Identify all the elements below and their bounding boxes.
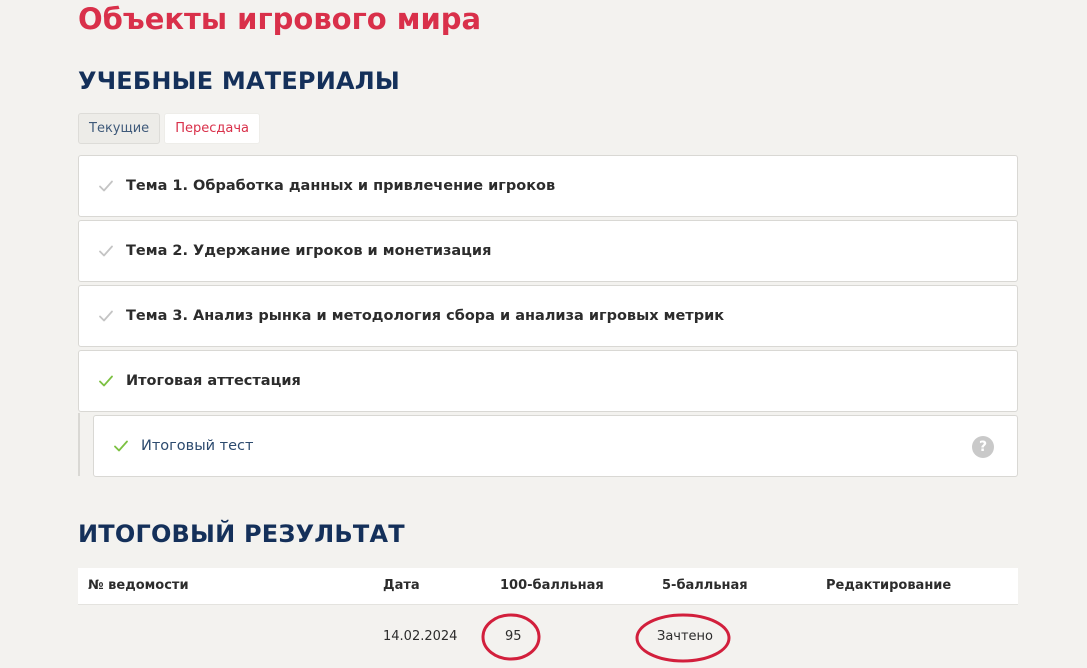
page: Объекты игрового мира УЧЕБНЫЕ МАТЕРИАЛЫ … xyxy=(0,0,1087,668)
cell-edit xyxy=(816,604,1018,668)
topic-2[interactable]: Тема 2. Удержание игроков и монетизация xyxy=(78,220,1018,282)
score-5-circled: Зачтено xyxy=(635,613,731,663)
topic-1[interactable]: Тема 1. Обработка данных и привлечение и… xyxy=(78,155,1018,217)
col-score-100: 100-балльная xyxy=(490,568,652,605)
check-icon xyxy=(99,180,113,192)
topic-label: Тема 3. Анализ рынка и методология сбора… xyxy=(126,308,725,324)
table-header-row: № ведомости Дата 100-балльная 5-балльная… xyxy=(78,568,1018,605)
col-score-5: 5-балльная xyxy=(652,568,816,605)
results-table: № ведомости Дата 100-балльная 5-балльная… xyxy=(78,568,1018,668)
score-100-value: 95 xyxy=(505,628,522,644)
subitem-indent-line xyxy=(78,413,80,476)
results-title: ИТОГОВЫЙ РЕЗУЛЬТАТ xyxy=(78,520,405,548)
topic-final-attestation[interactable]: Итоговая аттестация xyxy=(78,350,1018,412)
topic-label: Тема 2. Удержание игроков и монетизация xyxy=(126,243,492,259)
course-title: Объекты игрового мира xyxy=(78,2,482,36)
table-row: 14.02.2024 95 Зачтено xyxy=(78,604,1018,668)
help-icon[interactable]: ? xyxy=(972,436,994,458)
col-edit: Редактирование xyxy=(816,568,1018,605)
check-icon xyxy=(99,310,113,322)
tab-retake[interactable]: Пересдача xyxy=(164,113,260,144)
score-5-value: Зачтено xyxy=(657,628,714,644)
col-date: Дата xyxy=(373,568,490,605)
cell-score-100: 95 xyxy=(481,604,652,668)
topic-3[interactable]: Тема 3. Анализ рынка и методология сбора… xyxy=(78,285,1018,347)
topic-label: Тема 1. Обработка данных и привлечение и… xyxy=(126,178,556,194)
topic-label: Итоговая аттестация xyxy=(126,373,301,389)
subitem-final-test[interactable]: Итоговый тест ? xyxy=(93,415,1018,477)
check-icon xyxy=(99,245,113,257)
cell-sheet-number xyxy=(78,604,373,668)
materials-tabs: Текущие Пересдача xyxy=(78,113,260,144)
score-100-circled: 95 xyxy=(481,613,541,661)
tab-current[interactable]: Текущие xyxy=(78,113,161,144)
cell-score-5: Зачтено xyxy=(635,604,816,668)
check-icon xyxy=(99,375,113,387)
col-sheet-number: № ведомости xyxy=(78,568,373,605)
cell-date: 14.02.2024 xyxy=(383,628,458,644)
check-icon xyxy=(114,440,128,452)
materials-title: УЧЕБНЫЕ МАТЕРИАЛЫ xyxy=(78,67,400,95)
subitem-label: Итоговый тест xyxy=(141,438,254,454)
